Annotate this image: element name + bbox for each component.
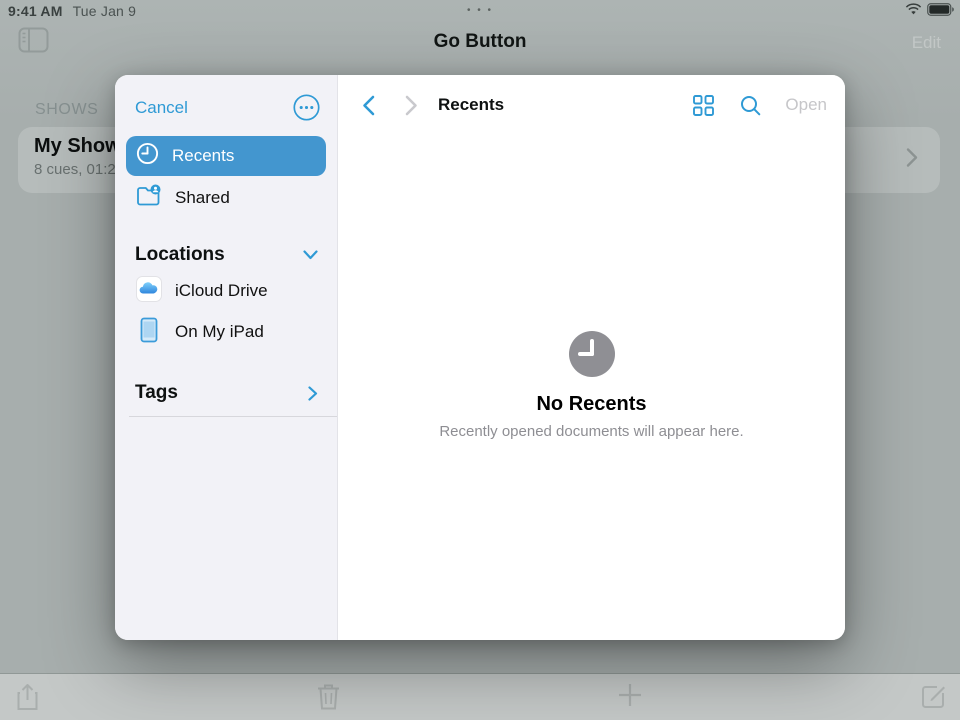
- sidebar-item-recents[interactable]: Recents: [126, 136, 326, 176]
- sidebar-item-label: Shared: [175, 188, 230, 208]
- chevron-right-icon: [906, 148, 918, 173]
- cancel-button[interactable]: Cancel: [135, 98, 188, 118]
- empty-state-subtitle: Recently opened documents will appear he…: [439, 423, 743, 440]
- shows-section-header: SHOWS: [35, 101, 98, 119]
- sidebar-divider: [129, 416, 337, 417]
- picker-browser-panel: Recents Open No Recents Recently opened …: [338, 75, 845, 640]
- multitasking-dots: • • •: [467, 5, 493, 16]
- empty-state-title: No Recents: [536, 393, 646, 416]
- locations-section-header: Locations: [135, 244, 318, 266]
- wifi-icon: [905, 3, 922, 21]
- sidebar-item-shared[interactable]: Shared: [126, 178, 326, 218]
- status-date: Tue Jan 9: [73, 3, 137, 19]
- sidebar-item-on-my-ipad[interactable]: On My iPad: [126, 312, 326, 352]
- open-button[interactable]: Open: [785, 95, 827, 115]
- back-chevron-icon[interactable]: [356, 95, 381, 116]
- ipad-icon: [136, 317, 162, 348]
- document-picker-modal: Cancel Recents Shared Locations: [115, 75, 845, 640]
- location-label: On My iPad: [175, 322, 264, 342]
- sidebar-item-label: Recents: [172, 146, 234, 166]
- forward-chevron-icon[interactable]: [399, 95, 424, 116]
- chevron-down-icon[interactable]: [303, 250, 318, 260]
- empty-state: No Recents Recently opened documents wil…: [338, 135, 845, 640]
- more-options-icon[interactable]: [293, 94, 320, 121]
- share-button[interactable]: [16, 683, 39, 715]
- status-time-date: 9:41 AM Tue Jan 9: [8, 3, 136, 19]
- compose-button[interactable]: [921, 683, 947, 712]
- chevron-right-icon[interactable]: [308, 386, 318, 401]
- bottom-toolbar: [0, 673, 960, 720]
- add-button[interactable]: [618, 683, 642, 710]
- sidebar-item-icloud-drive[interactable]: iCloud Drive: [126, 271, 326, 311]
- search-icon[interactable]: [740, 95, 761, 116]
- clock-icon: [136, 142, 159, 170]
- shared-folder-icon: [136, 184, 162, 212]
- icloud-drive-icon: [136, 276, 162, 307]
- battery-icon: [927, 3, 954, 21]
- picker-sidebar: Cancel Recents Shared Locations: [115, 75, 338, 640]
- clock-time: 9:41 AM: [8, 3, 63, 19]
- app-title: Go Button: [434, 31, 527, 53]
- browser-header: Recents Open: [338, 75, 845, 135]
- status-bar: 9:41 AM Tue Jan 9 • • •: [0, 0, 960, 20]
- app-nav-bar: Go Button Edit: [0, 20, 960, 75]
- tags-section-header: Tags: [135, 382, 318, 404]
- edit-button[interactable]: Edit: [912, 33, 941, 53]
- browser-title: Recents: [438, 95, 504, 115]
- tags-header-label: Tags: [135, 382, 178, 404]
- sidebar-toggle-icon[interactable]: [18, 27, 49, 56]
- grid-view-icon[interactable]: [693, 95, 714, 116]
- no-recents-clock-icon: [569, 331, 615, 377]
- location-label: iCloud Drive: [175, 281, 268, 301]
- trash-button[interactable]: [317, 683, 340, 714]
- locations-header-label: Locations: [135, 244, 225, 266]
